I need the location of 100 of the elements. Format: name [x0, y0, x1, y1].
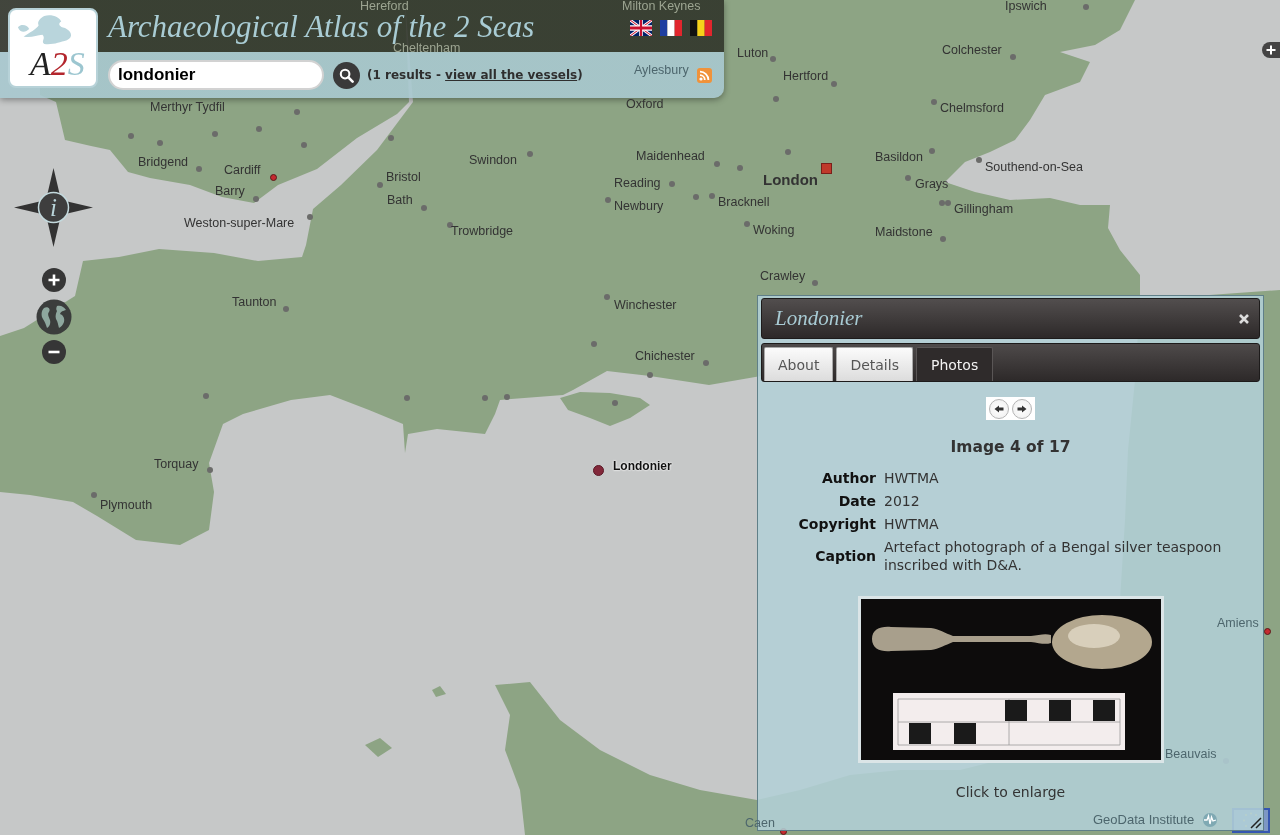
field-label: Date	[837, 492, 876, 510]
town-dot-icon	[905, 175, 911, 181]
town-dot-icon	[931, 99, 937, 105]
search-field[interactable]: londonier	[108, 60, 324, 90]
place-label: Gillingham	[954, 203, 1014, 216]
search-button[interactable]	[333, 61, 360, 89]
logo-tile[interactable]: A2S	[8, 8, 98, 88]
expand-button[interactable]	[1262, 42, 1280, 58]
place-label: Oxford	[626, 98, 664, 111]
place-label: Plymouth	[100, 499, 153, 512]
field-label: Author	[821, 469, 876, 487]
town-dot-icon	[203, 393, 209, 399]
place-label: Ipswich	[1005, 0, 1047, 13]
town-dot-icon	[591, 341, 597, 347]
town-dot-icon	[744, 221, 750, 227]
town-dot-icon	[773, 96, 779, 102]
place-label: Luton	[737, 47, 769, 60]
tab[interactable]: Photos	[915, 347, 994, 381]
left-arrow-icon	[994, 404, 1004, 413]
town-dot-icon	[976, 157, 982, 163]
town-dot-icon	[447, 222, 453, 228]
compass-rose-icon	[14, 168, 93, 247]
field-label: Copyright	[797, 515, 876, 533]
town-dot-icon	[940, 236, 946, 242]
spoon-photo[interactable]	[857, 596, 1164, 763]
town-dot-icon	[812, 280, 818, 286]
town-dot-icon	[831, 81, 837, 87]
belgian-flag-icon[interactable]	[690, 20, 712, 36]
town-dot-icon	[91, 492, 97, 498]
place-label: Aylesbury	[634, 64, 689, 77]
info-button[interactable]: i	[14, 168, 93, 247]
town-dot-icon	[1083, 4, 1089, 10]
island	[365, 738, 392, 757]
logo-text: A2S	[30, 45, 85, 83]
town-dot-icon	[527, 151, 533, 157]
previous-button[interactable]	[989, 398, 1009, 419]
town-dot-icon	[703, 360, 709, 366]
results-text: (1 results - view all the vessels)	[367, 68, 583, 82]
place-label: Swindon	[469, 154, 517, 167]
french-flag-icon[interactable]	[660, 20, 682, 36]
image-counter: Image 4 of 17	[950, 437, 1071, 457]
next-button[interactable]	[1012, 398, 1032, 419]
town-dot-icon	[283, 306, 289, 312]
place-label: Bath	[387, 194, 413, 207]
place-label: Colchester	[942, 44, 1002, 57]
right-arrow-icon	[1017, 404, 1027, 413]
place-label: Bristol	[386, 171, 421, 184]
town-dot-icon	[612, 400, 618, 406]
place-label: Woking	[753, 224, 795, 237]
field-value: HWTMA	[884, 515, 940, 533]
place-label: Trowbridge	[451, 225, 514, 238]
british-flag-icon[interactable]	[630, 20, 652, 36]
town-dot-icon	[256, 126, 262, 132]
town-dot-icon	[504, 394, 510, 400]
town-dot-icon	[157, 140, 163, 146]
tab[interactable]: Details	[836, 347, 913, 381]
field-value: HWTMA	[884, 469, 940, 487]
tab[interactable]: About	[764, 347, 834, 381]
close-icon	[1238, 312, 1250, 325]
place-label: Milton Keynes	[622, 0, 701, 13]
place-label: Winchester	[614, 299, 677, 312]
place-label: Crawley	[760, 270, 806, 283]
town-dot-icon	[294, 109, 300, 115]
globe-icon[interactable]	[35, 299, 72, 335]
town-dot-icon	[714, 161, 720, 167]
place-label: Maidenhead	[636, 150, 705, 163]
town-dot-icon	[605, 197, 611, 203]
view-all-link[interactable]: view all the vessels	[445, 68, 578, 82]
place-label: Barry	[215, 185, 245, 198]
town-dot-icon	[693, 194, 699, 200]
place-label: Maidstone	[875, 226, 933, 239]
town-dot-icon	[929, 148, 935, 154]
place-label: Merthyr Tydfil	[150, 101, 225, 114]
town-dot-icon	[647, 372, 653, 378]
place-label: London	[763, 171, 818, 188]
place-label: Taunton	[232, 296, 277, 309]
field-value: Artefact photograph of a Bengal silver teaspoon inscribed with D&A.	[884, 538, 1223, 574]
vessel-label[interactable]: Londonier	[613, 460, 672, 473]
resize-grip-icon[interactable]	[1248, 815, 1262, 829]
place-label: Chichester	[635, 350, 695, 363]
minus-icon	[47, 350, 60, 354]
place-label: Cardiff	[224, 164, 261, 177]
town-dot-icon	[377, 182, 383, 188]
place-label: Hertford	[783, 70, 829, 83]
island	[432, 686, 446, 697]
place-label: Basildon	[875, 151, 923, 164]
town-dot-icon	[404, 395, 410, 401]
town-dot-icon	[253, 196, 259, 202]
place-label: Hereford	[360, 0, 409, 13]
search-icon	[339, 67, 354, 83]
town-dot-icon	[301, 142, 307, 148]
town-dot-icon	[709, 193, 715, 199]
place-label: Grays	[915, 178, 949, 191]
marker-dot-icon[interactable]	[592, 464, 604, 476]
town-dot-icon	[196, 166, 202, 172]
town-dot-icon	[212, 131, 218, 137]
plus-icon	[47, 274, 60, 286]
square-marker-icon	[820, 162, 832, 174]
town-dot-icon	[307, 214, 313, 220]
town-dot-icon	[1010, 54, 1016, 60]
